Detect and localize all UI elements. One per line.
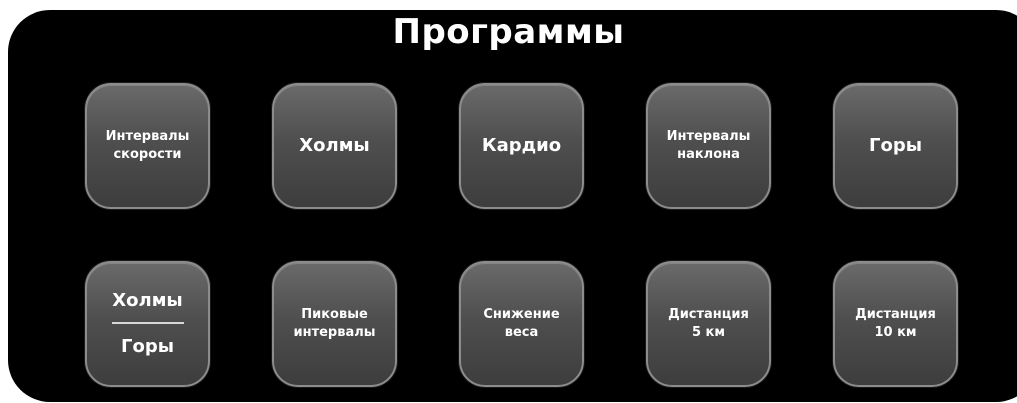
program-distance-5km-button[interactable]: Дистанция 5 км bbox=[646, 261, 771, 387]
program-label-line1: Интервалы bbox=[105, 129, 190, 144]
program-mountains-button[interactable]: Горы bbox=[833, 83, 958, 209]
program-label-line1: Дистанция bbox=[855, 307, 936, 322]
program-label-line2: скорости bbox=[113, 147, 182, 162]
program-weight-loss-button[interactable]: Снижение веса bbox=[459, 261, 584, 387]
program-incline-intervals-button[interactable]: Интервалы наклона bbox=[646, 83, 771, 209]
program-label-line2: интервалы bbox=[293, 325, 376, 340]
label-divider bbox=[111, 322, 184, 324]
program-distance-10km-button[interactable]: Дистанция 10 км bbox=[833, 261, 958, 387]
program-hills-button[interactable]: Холмы bbox=[272, 83, 397, 209]
program-label-line2: наклона bbox=[677, 147, 740, 162]
program-peak-intervals-button[interactable]: Пиковые интервалы bbox=[272, 261, 397, 387]
page-title: Программы bbox=[392, 12, 625, 52]
program-label-line1: Горы bbox=[869, 135, 922, 156]
program-grid: Интервалы скорости Холмы Кардио Интервал… bbox=[85, 83, 958, 387]
program-label-line1: Снижение bbox=[483, 307, 560, 322]
program-hills-mountains-button[interactable]: Холмы Горы bbox=[85, 261, 210, 387]
program-label-line1: Холмы bbox=[299, 135, 370, 156]
program-label-line1: Пиковые bbox=[301, 307, 368, 322]
program-label-line1: Кардио bbox=[481, 135, 562, 156]
program-label-line1: Интервалы bbox=[666, 129, 751, 144]
program-label-top: Холмы bbox=[112, 290, 183, 311]
program-label-line2: 5 км bbox=[691, 325, 726, 340]
program-label-bottom: Горы bbox=[121, 336, 174, 357]
program-speed-intervals-button[interactable]: Интервалы скорости bbox=[85, 83, 210, 209]
program-label-line2: веса bbox=[504, 325, 539, 340]
program-cardio-button[interactable]: Кардио bbox=[459, 83, 584, 209]
program-label-line1: Дистанция bbox=[668, 307, 749, 322]
program-label-line2: 10 км bbox=[874, 325, 917, 340]
